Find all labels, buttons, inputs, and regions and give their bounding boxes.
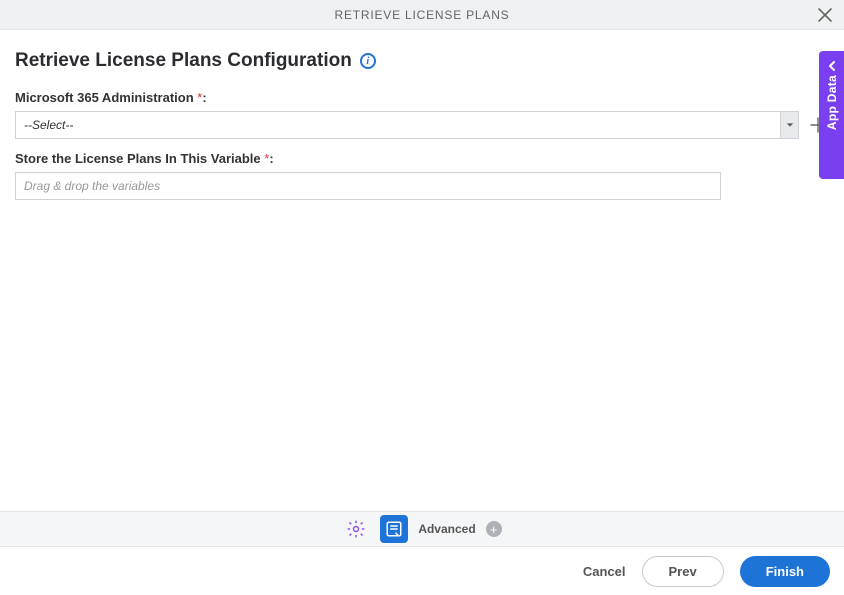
- chevron-down-icon: [786, 121, 794, 129]
- advanced-label: Advanced: [418, 522, 475, 536]
- chevron-left-icon: [827, 61, 837, 71]
- close-button[interactable]: [814, 4, 836, 26]
- field-label-store: Store the License Plans In This Variable…: [15, 151, 829, 166]
- field-label-store-text: Store the License Plans In This Variable: [15, 151, 264, 166]
- dropzone-placeholder: Drag & drop the variables: [24, 179, 160, 193]
- select-row-admin: --Select--: [15, 111, 829, 139]
- admin-select-arrow[interactable]: [780, 112, 798, 138]
- page-title: Retrieve License Plans Configuration: [15, 50, 352, 72]
- side-tab-label: App Data: [825, 75, 839, 130]
- close-icon: [818, 8, 832, 22]
- form-icon: [385, 520, 403, 538]
- admin-select[interactable]: --Select--: [15, 111, 799, 139]
- field-label-admin-text: Microsoft 365 Administration: [15, 90, 197, 105]
- field-ms365-admin: Microsoft 365 Administration *: --Select…: [15, 90, 829, 139]
- label-colon: :: [269, 151, 273, 166]
- content-area: Retrieve License Plans Configuration i M…: [0, 30, 844, 222]
- variable-dropzone[interactable]: Drag & drop the variables: [15, 172, 721, 200]
- admin-select-value: --Select--: [16, 118, 780, 132]
- finish-button[interactable]: Finish: [740, 556, 830, 587]
- gear-icon: [346, 519, 366, 539]
- dialog-header: RETRIEVE LICENSE PLANS: [0, 0, 844, 30]
- plus-icon: +: [490, 523, 498, 536]
- info-icon[interactable]: i: [360, 53, 376, 69]
- prev-button[interactable]: Prev: [642, 556, 724, 587]
- bottom-toolbar: Advanced +: [0, 511, 844, 547]
- footer-actions: Cancel Prev Finish: [0, 547, 844, 595]
- form-view-button[interactable]: [380, 515, 408, 543]
- page-title-row: Retrieve License Plans Configuration i: [15, 50, 829, 72]
- cancel-button[interactable]: Cancel: [583, 564, 626, 579]
- settings-button[interactable]: [342, 515, 370, 543]
- field-store-variable: Store the License Plans In This Variable…: [15, 151, 829, 200]
- dialog-title: RETRIEVE LICENSE PLANS: [335, 8, 510, 22]
- app-data-panel-tab[interactable]: App Data: [819, 51, 844, 179]
- label-colon: :: [202, 90, 206, 105]
- advanced-add-button[interactable]: +: [486, 521, 502, 537]
- field-label-admin: Microsoft 365 Administration *:: [15, 90, 829, 105]
